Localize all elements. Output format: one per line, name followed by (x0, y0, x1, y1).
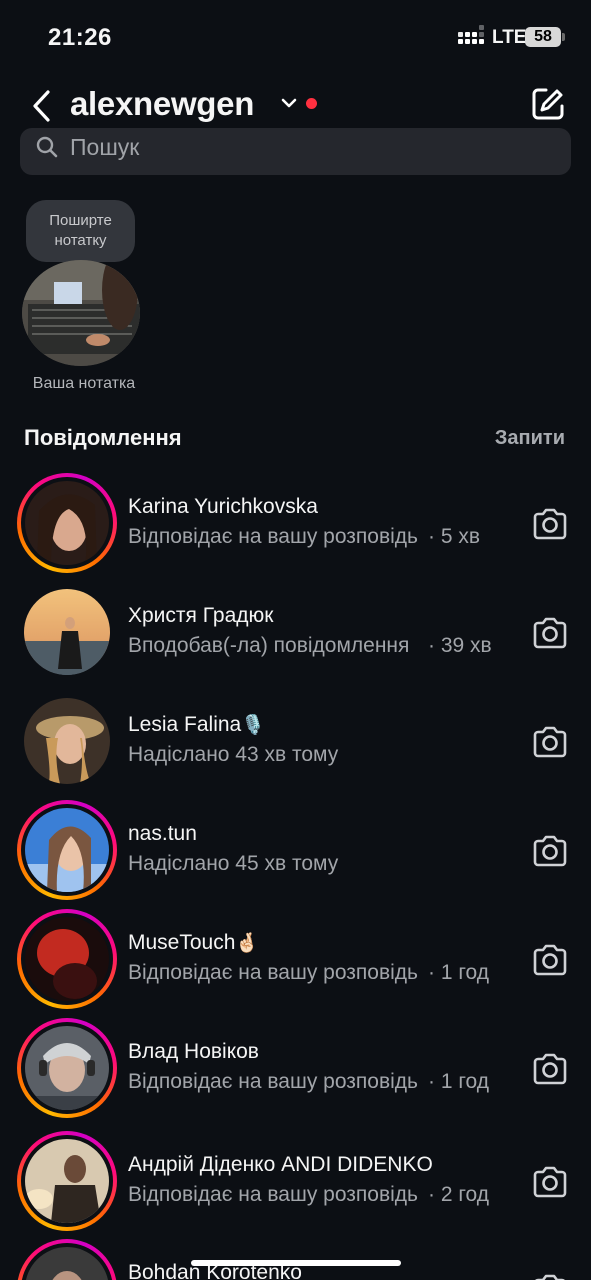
chat-preview: Вподобав(-ла) повідомлення (128, 634, 410, 657)
avatar (25, 917, 109, 1001)
search-icon (36, 136, 58, 158)
chat-row[interactable]: Андрій Діденко ANDI DIDENKO Відповідає н… (0, 1130, 591, 1239)
chat-preview: Надіслано 45 хв тому (128, 852, 339, 875)
battery-icon: 58 (525, 27, 561, 47)
search-placeholder: Пошук (70, 134, 140, 160)
camera-icon[interactable] (532, 508, 568, 540)
chat-name: Lesia Falina🎙️ (128, 713, 265, 736)
chat-time: · 2 год (428, 1183, 490, 1206)
story-ring[interactable] (17, 1018, 117, 1118)
story-ring[interactable] (17, 1131, 117, 1231)
chevron-down-icon[interactable] (280, 96, 298, 110)
header: alexnewgen (0, 76, 591, 136)
chat-name: Karina Yurichkovska (128, 495, 318, 518)
story-ring[interactable] (17, 1239, 117, 1280)
camera-icon[interactable] (532, 1053, 568, 1085)
network-type: LTE (492, 27, 527, 48)
chat-name: Христя Градюк (128, 604, 274, 627)
avatar (25, 1139, 109, 1223)
home-indicator[interactable] (191, 1260, 401, 1266)
note-label: Ваша нотатка (32, 375, 136, 392)
back-icon[interactable] (30, 88, 54, 124)
camera-icon[interactable] (532, 835, 568, 867)
requests-link[interactable]: Запити (495, 427, 565, 450)
chat-name: Андрій Діденко ANDI DIDENKO (128, 1153, 433, 1176)
avatar (25, 808, 109, 892)
camera-icon[interactable] (532, 617, 568, 649)
chat-row[interactable]: Влад Новіков Відповідає на вашу розповід… (0, 1017, 591, 1126)
notification-dot (306, 98, 317, 109)
messages-section-title: Повідомлення (24, 425, 182, 450)
chat-row[interactable]: Karina Yurichkovska Відповідає на вашу р… (0, 472, 591, 581)
avatar[interactable] (24, 698, 110, 784)
avatar[interactable] (24, 589, 110, 675)
search-input[interactable]: Пошук (20, 128, 571, 175)
camera-icon[interactable] (532, 944, 568, 976)
chat-time: · 5 хв (428, 525, 480, 548)
chat-name: Влад Новіков (128, 1040, 259, 1063)
chat-row[interactable]: Bohdan Korotenko (0, 1238, 591, 1280)
chat-preview: Відповідає на вашу розповідь (128, 1070, 418, 1093)
chat-preview: Відповідає на вашу розповідь (128, 1183, 418, 1206)
signal-icon (458, 25, 486, 48)
chat-preview: Відповідає на вашу розповідь (128, 961, 418, 984)
camera-icon[interactable] (532, 1166, 568, 1198)
story-ring[interactable] (17, 800, 117, 900)
story-ring[interactable] (17, 473, 117, 573)
studio-photo (22, 260, 140, 366)
chat-preview: Відповідає на вашу розповідь (128, 525, 418, 548)
status-time: 21:26 (48, 24, 112, 51)
avatar (25, 481, 109, 565)
camera-icon[interactable] (532, 1274, 568, 1280)
camera-icon[interactable] (532, 726, 568, 758)
chat-row[interactable]: Христя Градюк Вподобав(-ла) повідомлення… (0, 581, 591, 690)
chat-time: · 1 год (428, 961, 490, 984)
chat-preview: Надіслано 43 хв тому (128, 743, 339, 766)
story-ring[interactable] (17, 909, 117, 1009)
chat-row[interactable]: MuseTouch🤞🏻 Відповідає на вашу розповідь… (0, 908, 591, 1017)
chat-row[interactable]: nas.tun Надіслано 45 хв тому (0, 799, 591, 908)
chat-row[interactable]: Lesia Falina🎙️ Надіслано 43 хв тому (0, 690, 591, 799)
account-username[interactable]: alexnewgen (70, 85, 254, 123)
chat-time: · 1 год (428, 1070, 490, 1093)
avatar (25, 1026, 109, 1110)
note-avatar[interactable] (22, 260, 140, 366)
note-bubble[interactable]: Поширте нотатку (26, 200, 135, 262)
battery-tip (562, 33, 565, 41)
status-bar: 21:26 LTE 58 (0, 0, 591, 76)
compose-icon[interactable] (530, 86, 566, 122)
chat-time: · 39 хв (428, 634, 492, 657)
chat-name: nas.tun (128, 822, 197, 845)
chat-name: MuseTouch🤞🏻 (128, 931, 260, 954)
